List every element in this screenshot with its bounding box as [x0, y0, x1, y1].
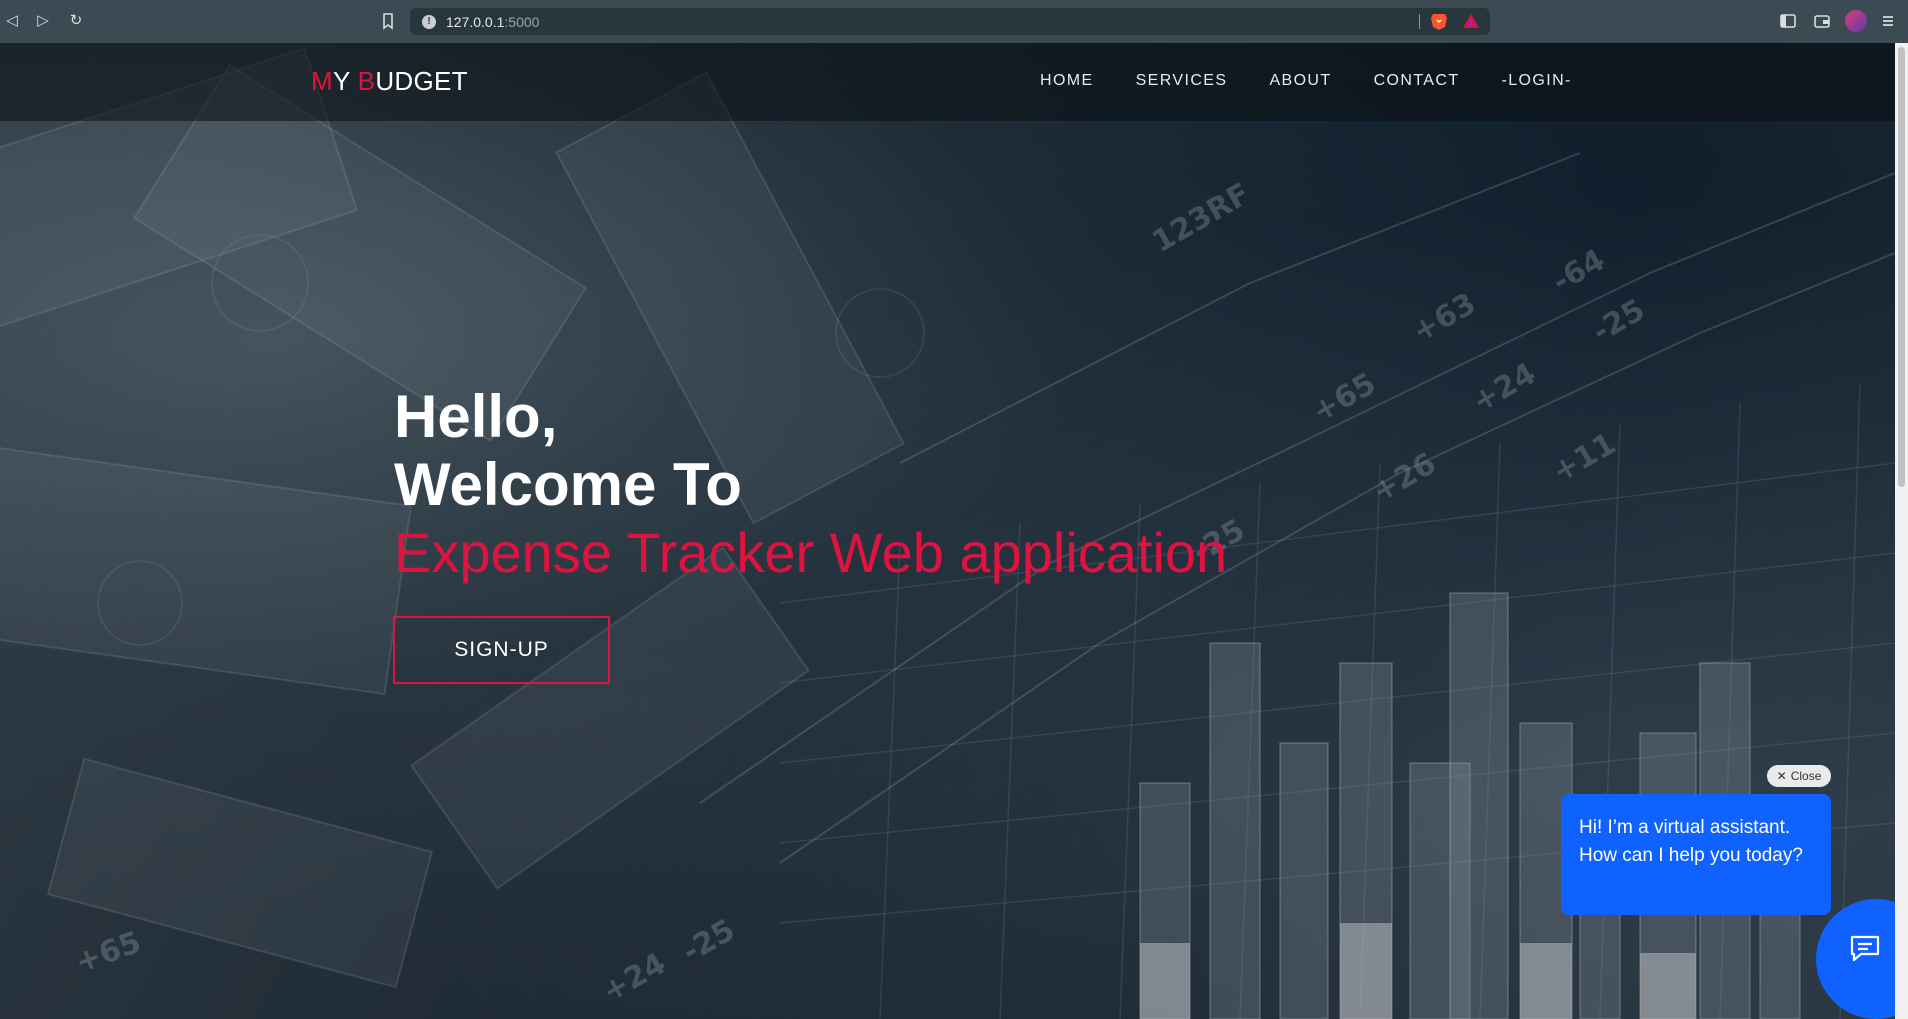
url-port: :5000 — [504, 13, 540, 30]
site-info-icon[interactable]: ! — [422, 14, 436, 29]
site-navbar: MY BUDGET HOME SERVICES ABOUT CONTACT -L… — [0, 43, 1895, 121]
address-bar[interactable]: ! 127.0.0.1:5000 — [410, 8, 1490, 35]
logo-letter-b: B — [357, 66, 376, 96]
hero-app-name: Expense Tracker Web application — [394, 521, 1228, 584]
nav-login[interactable]: -LOGIN- — [1502, 72, 1572, 90]
chat-greeting-bubble[interactable]: Hi! I’m a virtual assistant. How can I h… — [1561, 794, 1831, 915]
site-logo[interactable]: MY BUDGET — [311, 66, 468, 97]
logo-letter-m: M — [311, 66, 333, 96]
bookmark-icon[interactable] — [378, 11, 398, 31]
chat-close-button[interactable]: ✕ Close — [1767, 765, 1831, 787]
profile-avatar[interactable] — [1845, 10, 1867, 32]
url-host: 127.0.0.1 — [446, 13, 505, 30]
chat-icon — [1850, 935, 1880, 962]
wallet-icon[interactable] — [1812, 11, 1832, 31]
reload-icon[interactable]: ↻ — [66, 11, 86, 31]
hero-welcome: Welcome To — [394, 451, 742, 518]
logo-text-y: Y — [332, 66, 358, 96]
nav-links: HOME SERVICES ABOUT CONTACT -LOGIN- — [1040, 72, 1572, 90]
chat-close-label: Close — [1790, 769, 1822, 783]
page-scrollbar-thumb[interactable] — [1898, 47, 1905, 487]
signup-button[interactable]: SIGN-UP — [393, 616, 610, 684]
rewards-icon[interactable] — [1462, 12, 1480, 30]
url-text: 127.0.0.1:5000 — [446, 14, 539, 30]
hero-greeting: Hello, — [394, 383, 558, 450]
url-divider — [1419, 14, 1420, 29]
browser-toolbar: ◁ ▷ ↻ ! 127.0.0.1:5000 — [0, 0, 1908, 43]
sidebar-toggle-icon[interactable] — [1778, 11, 1798, 31]
forward-icon[interactable]: ▷ — [33, 11, 53, 31]
logo-text-udget: UDGET — [375, 66, 468, 96]
close-icon: ✕ — [1776, 769, 1787, 783]
back-icon[interactable]: ◁ — [2, 11, 22, 31]
nav-about[interactable]: ABOUT — [1269, 72, 1331, 90]
nav-home[interactable]: HOME — [1040, 72, 1094, 90]
menu-icon[interactable] — [1878, 11, 1898, 31]
brave-shields-icon[interactable] — [1430, 12, 1448, 31]
nav-services[interactable]: SERVICES — [1136, 72, 1228, 90]
nav-contact[interactable]: CONTACT — [1374, 72, 1460, 90]
